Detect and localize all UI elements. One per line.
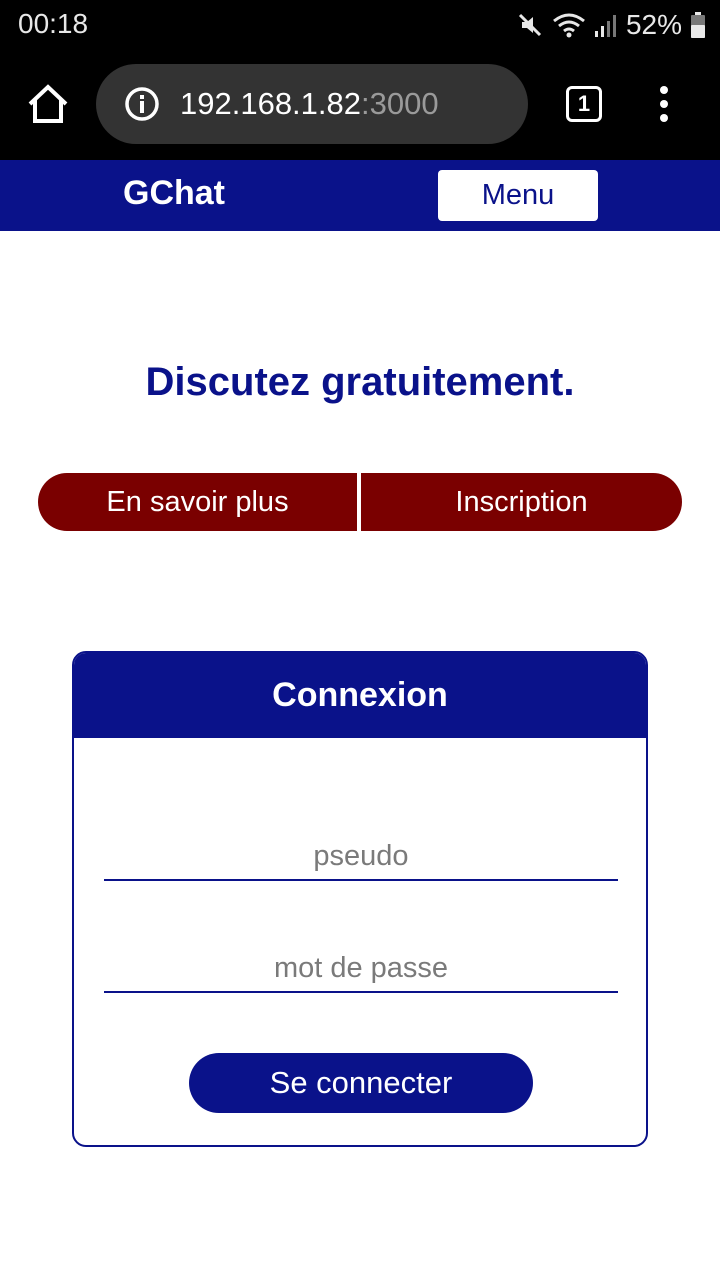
battery-icon — [691, 12, 705, 38]
tabs-icon[interactable]: 1 — [566, 86, 602, 122]
username-input[interactable] — [104, 833, 618, 881]
hero-title: Discutez gratuitement. — [145, 360, 575, 404]
password-input[interactable] — [104, 945, 618, 993]
info-icon[interactable] — [124, 86, 160, 122]
login-title: Connexion — [74, 653, 646, 738]
brand-logo[interactable]: GChat — [123, 174, 225, 213]
url-text: 192.168.1.82:3000 — [180, 86, 439, 122]
app-header: GChat Menu — [0, 160, 720, 231]
address-bar[interactable]: 192.168.1.82:3000 — [96, 64, 528, 144]
mute-icon — [518, 13, 542, 37]
signup-button[interactable]: Inscription — [361, 473, 682, 531]
login-button[interactable]: Se connecter — [189, 1053, 533, 1113]
more-vert-icon[interactable] — [652, 84, 676, 124]
url-port: :3000 — [361, 86, 439, 121]
menu-button[interactable]: Menu — [438, 170, 598, 221]
status-time: 00:18 — [18, 8, 89, 39]
browser-toolbar: 192.168.1.82:3000 1 — [0, 50, 720, 160]
home-icon[interactable] — [26, 82, 70, 126]
url-host: 192.168.1.82 — [180, 86, 362, 121]
battery-percent: 52% — [625, 9, 682, 40]
login-card: Connexion Se connecter — [72, 651, 648, 1147]
learn-more-button[interactable]: En savoir plus — [38, 473, 357, 531]
wifi-icon — [553, 13, 585, 38]
status-bar: 00:18 52% — [0, 0, 720, 50]
cta-button-group: En savoir plus Inscription — [38, 473, 682, 531]
signal-icon — [594, 15, 616, 37]
status-icons: 52% — [516, 8, 706, 42]
